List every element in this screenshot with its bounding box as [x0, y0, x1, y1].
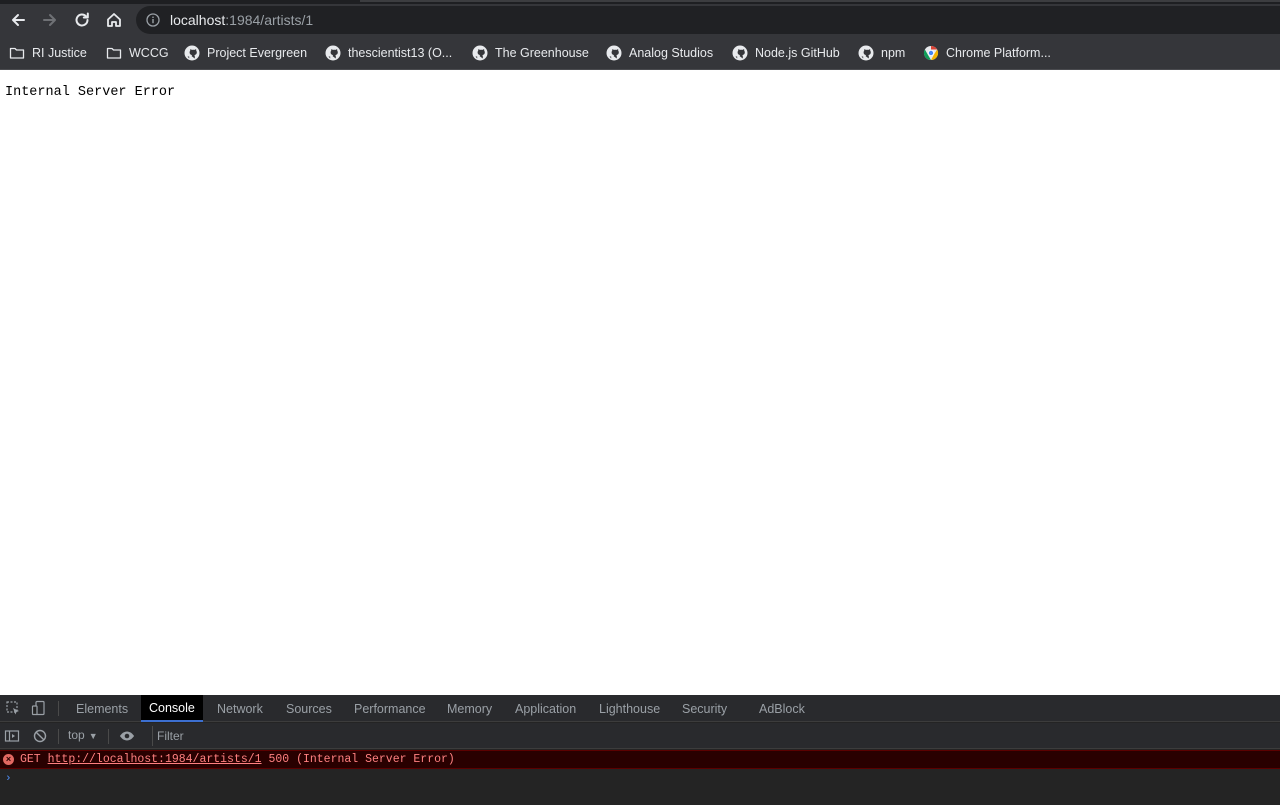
github-icon	[184, 45, 200, 61]
devtools-tabbar: Elements Console Network Sources Perform…	[0, 695, 1280, 722]
folder-icon	[9, 45, 25, 61]
bookmark-thescientist13[interactable]: thescientist13 (O...	[325, 44, 452, 62]
bookmark-analog-studios[interactable]: Analog Studios	[606, 44, 713, 62]
folder-icon	[106, 45, 122, 61]
devtools-panel: Elements Console Network Sources Perform…	[0, 695, 1280, 805]
url-path: :1984/artists/1	[225, 12, 314, 28]
bookmark-label: thescientist13 (O...	[348, 46, 453, 60]
back-button[interactable]	[6, 8, 30, 32]
info-icon[interactable]	[146, 13, 160, 27]
home-button[interactable]	[102, 8, 126, 32]
eye-icon[interactable]	[119, 728, 135, 744]
bookmark-nodejs-github[interactable]: Node.js GitHub	[732, 44, 840, 62]
toolbar-divider	[58, 701, 59, 716]
error-url-link[interactable]: http://localhost:1984/artists/1	[48, 753, 262, 766]
home-icon	[107, 13, 121, 27]
forward-button[interactable]	[38, 8, 62, 32]
tab-performance[interactable]: Performance	[346, 695, 434, 722]
url-text[interactable]: localhost:1984/artists/1	[170, 12, 313, 28]
tab-memory[interactable]: Memory	[439, 695, 500, 722]
error-text: GET http://localhost:1984/artists/1 500 …	[20, 753, 455, 766]
bookmarks-bar: RI Justice WCCG Project Evergreen thesci…	[0, 36, 1280, 70]
forward-icon	[43, 14, 56, 26]
github-icon	[732, 45, 748, 61]
context-selector[interactable]: top ▼	[68, 728, 98, 742]
bookmark-label: RI Justice	[32, 46, 87, 60]
tab-application[interactable]: Application	[507, 695, 584, 722]
tab-adblock[interactable]: AdBlock	[751, 695, 813, 722]
tab-sources[interactable]: Sources	[278, 695, 340, 722]
tab-security[interactable]: Security	[674, 695, 735, 722]
tab-strip-line	[360, 0, 1280, 2]
toolbar-divider	[108, 729, 109, 744]
bookmark-ri-justice[interactable]: RI Justice	[9, 44, 87, 62]
chrome-icon	[923, 45, 939, 61]
error-status: 500 (Internal Server Error)	[268, 753, 455, 766]
bookmark-label: Node.js GitHub	[755, 46, 840, 60]
tab-lighthouse[interactable]: Lighthouse	[591, 695, 668, 722]
github-icon	[472, 45, 488, 61]
console-error-row: × GET http://localhost:1984/artists/1 50…	[0, 750, 1280, 769]
context-label: top	[68, 728, 85, 742]
reload-button[interactable]	[70, 8, 94, 32]
url-host: localhost	[170, 12, 226, 28]
bookmark-label: npm	[881, 46, 906, 60]
console-toolbar: top ▼	[0, 723, 1280, 749]
back-icon	[12, 14, 25, 26]
error-method: GET	[20, 753, 41, 766]
toolbar-divider	[58, 729, 59, 744]
tab-elements[interactable]: Elements	[68, 695, 136, 722]
inspect-element-icon[interactable]	[5, 700, 21, 716]
console-prompt[interactable]: ›	[5, 773, 12, 785]
bookmark-label: Project Evergreen	[207, 46, 308, 60]
reload-icon	[75, 12, 89, 27]
bookmark-npm[interactable]: npm	[858, 44, 905, 62]
device-toolbar-icon[interactable]	[31, 700, 47, 716]
bookmark-project-evergreen[interactable]: Project Evergreen	[184, 44, 307, 62]
tab-network[interactable]: Network	[209, 695, 271, 722]
address-bar[interactable]: localhost:1984/artists/1	[136, 6, 1280, 34]
page-viewport: Internal Server Error	[0, 71, 1280, 695]
bookmark-label: WCCG	[129, 46, 169, 60]
github-icon	[325, 45, 341, 61]
tab-console[interactable]: Console	[141, 695, 203, 722]
bookmark-label: Analog Studios	[629, 46, 714, 60]
bookmark-label: The Greenhouse	[495, 46, 589, 60]
bookmark-wccg[interactable]: WCCG	[106, 44, 169, 62]
filter-input[interactable]	[152, 726, 1280, 746]
clear-console-icon[interactable]	[32, 728, 48, 744]
bookmark-chrome-platform[interactable]: Chrome Platform...	[923, 44, 1051, 62]
bookmark-the-greenhouse[interactable]: The Greenhouse	[472, 44, 589, 62]
browser-toolbar: localhost:1984/artists/1	[0, 4, 1280, 36]
error-icon: ×	[3, 754, 14, 765]
chevron-down-icon: ▼	[88, 731, 98, 741]
github-icon	[858, 45, 874, 61]
error-message: Internal Server Error	[5, 85, 176, 100]
sidebar-toggle-icon[interactable]	[4, 728, 20, 744]
github-icon	[606, 45, 622, 61]
bookmark-label: Chrome Platform...	[946, 46, 1051, 60]
